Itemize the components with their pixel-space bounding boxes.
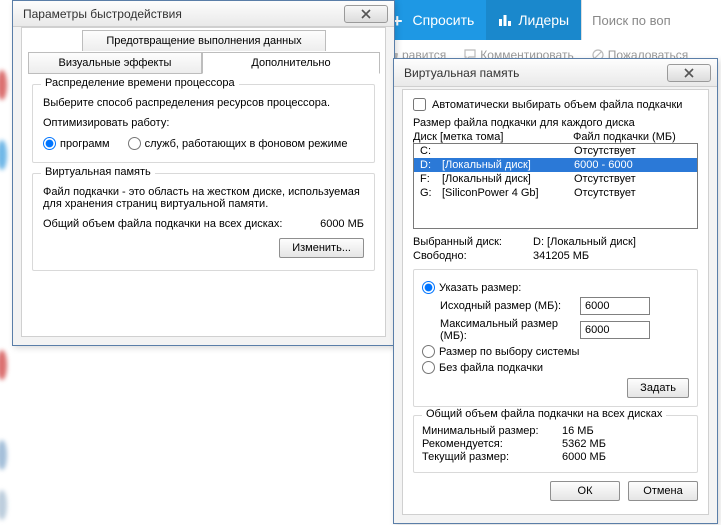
- perf-titlebar[interactable]: Параметры быстродействия: [13, 1, 394, 27]
- disk-row[interactable]: G:[SiliconPower 4 Gb]Отсутствует: [414, 186, 697, 200]
- rec-size-label: Рекомендуется:: [422, 438, 562, 450]
- total-legend: Общий объем файла подкачки на всех диска…: [422, 408, 666, 420]
- perf-title: Параметры быстродействия: [23, 7, 344, 21]
- initial-size-label: Исходный размер (МБ):: [422, 300, 580, 312]
- free-space-value: 341205 МБ: [533, 250, 698, 262]
- radio-no-pagefile[interactable]: Без файла подкачки: [422, 361, 689, 374]
- selected-disk-value: D: [Локальный диск]: [533, 236, 698, 248]
- disk-list-header: Диск [метка тома] Файл подкачки (МБ): [413, 131, 698, 143]
- vm-total-value: 6000 МБ: [320, 218, 364, 230]
- performance-options-window: Параметры быстродействия Предотвращение …: [12, 0, 395, 346]
- vm-close-button[interactable]: [667, 64, 711, 82]
- close-icon: [361, 9, 371, 19]
- cur-size-label: Текущий размер:: [422, 451, 562, 463]
- col-disk: Диск [метка тома]: [413, 131, 573, 143]
- size-options-group: Указать размер: Исходный размер (МБ): Ма…: [413, 269, 698, 407]
- search-placeholder: Поиск по воп: [592, 13, 671, 28]
- max-size-input[interactable]: [580, 321, 650, 339]
- auto-manage-label: Автоматически выбирать объем файла подка…: [432, 99, 682, 111]
- disk-row[interactable]: C:Отсутствует: [414, 144, 697, 158]
- total-pagefile-group: Общий объем файла подкачки на всех диска…: [413, 415, 698, 473]
- ok-button[interactable]: ОК: [550, 481, 620, 501]
- cur-size-value: 6000 МБ: [562, 451, 606, 463]
- virtual-memory-window: Виртуальная память Автоматически выбират…: [393, 58, 718, 524]
- optimize-label: Оптимизировать работу:: [43, 117, 364, 129]
- cpu-legend: Распределение времени процессора: [41, 77, 239, 89]
- size-per-disk-label: Размер файла подкачки для каждого диска: [413, 117, 698, 129]
- vm-total-label: Общий объем файла подкачки на всех диска…: [43, 218, 282, 230]
- radio-custom-size[interactable]: Указать размер:: [422, 281, 689, 294]
- vm-desc: Файл подкачки - это область на жестком д…: [43, 186, 364, 210]
- free-space-label: Свободно:: [413, 250, 533, 262]
- tab-dep[interactable]: Предотвращение выполнения данных: [82, 30, 326, 51]
- cpu-desc: Выберите способ распределения ресурсов п…: [43, 97, 364, 109]
- radio-custom-input[interactable]: [422, 281, 435, 294]
- site-search[interactable]: Поиск по воп: [581, 0, 721, 40]
- vm-legend: Виртуальная память: [41, 166, 155, 178]
- vm-title: Виртуальная память: [404, 66, 667, 80]
- radio-system-input[interactable]: [422, 345, 435, 358]
- radio-none-input[interactable]: [422, 361, 435, 374]
- site-toolbar: Спросить Лидеры Поиск по воп: [380, 0, 721, 40]
- disk-list[interactable]: C:ОтсутствуетD:[Локальный диск]6000 - 60…: [413, 143, 698, 229]
- disk-row[interactable]: F:[Локальный диск]Отсутствует: [414, 172, 697, 186]
- selected-disk-label: Выбранный диск:: [413, 236, 533, 248]
- leaders-label: Лидеры: [518, 12, 569, 28]
- perf-close-button[interactable]: [344, 5, 388, 23]
- perf-tabs: Предотвращение выполнения данных Визуаль…: [22, 28, 385, 74]
- close-icon: [684, 68, 694, 78]
- min-size-value: 16 МБ: [562, 425, 594, 437]
- ask-label: Спросить: [413, 12, 475, 28]
- tab-advanced[interactable]: Дополнительно: [202, 52, 380, 74]
- cancel-button[interactable]: Отмена: [628, 481, 698, 501]
- leaders-button[interactable]: Лидеры: [486, 0, 581, 40]
- auto-manage-checkbox[interactable]: Автоматически выбирать объем файла подка…: [413, 98, 698, 111]
- ask-button[interactable]: Спросить: [380, 0, 486, 40]
- max-size-label: Максимальный размер (МБ):: [422, 318, 580, 342]
- set-button[interactable]: Задать: [627, 378, 689, 398]
- bars-icon: [498, 13, 512, 27]
- min-size-label: Минимальный размер:: [422, 425, 562, 437]
- rec-size-value: 5362 МБ: [562, 438, 606, 450]
- cpu-scheduling-group: Распределение времени процессора Выберит…: [32, 84, 375, 163]
- radio-system-size[interactable]: Размер по выбору системы: [422, 345, 689, 358]
- change-button[interactable]: Изменить...: [279, 238, 364, 258]
- radio-services-input[interactable]: [128, 137, 141, 150]
- radio-services[interactable]: служб, работающих в фоновом режиме: [128, 137, 348, 150]
- initial-size-input[interactable]: [580, 297, 650, 315]
- disk-row[interactable]: D:[Локальный диск]6000 - 6000: [414, 158, 697, 172]
- radio-programs[interactable]: программ: [43, 137, 110, 150]
- col-size: Файл подкачки (МБ): [573, 131, 676, 143]
- radio-programs-input[interactable]: [43, 137, 56, 150]
- auto-manage-input[interactable]: [413, 98, 426, 111]
- vm-titlebar[interactable]: Виртуальная память: [394, 59, 717, 87]
- virtual-memory-group: Виртуальная память Файл подкачки - это о…: [32, 173, 375, 271]
- tab-visual-effects[interactable]: Визуальные эффекты: [28, 52, 202, 73]
